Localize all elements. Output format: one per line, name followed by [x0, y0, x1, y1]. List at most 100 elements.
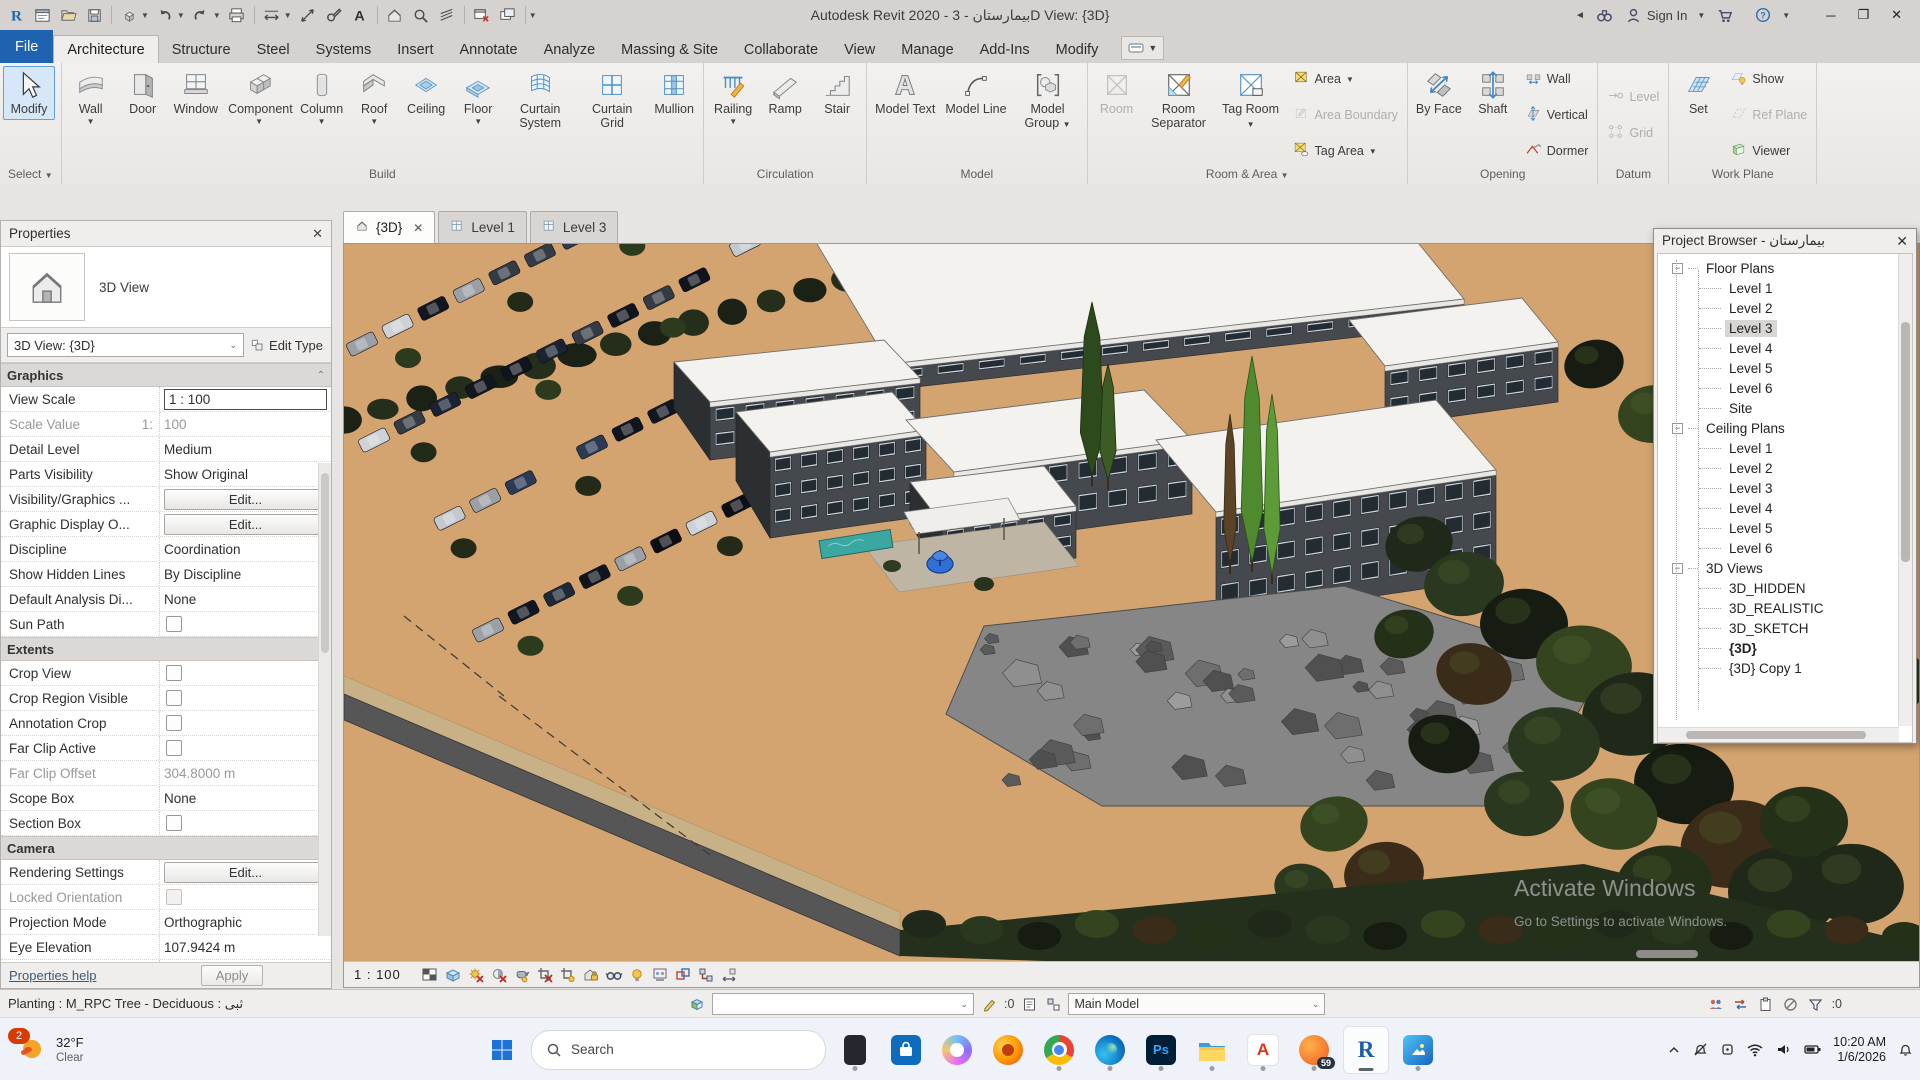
ribbon-tab-add-ins[interactable]: Add-Ins — [967, 36, 1043, 63]
browser-node-level-3[interactable]: Level 3 — [1658, 478, 1898, 498]
scrollbar-thumb[interactable] — [321, 473, 329, 653]
ribbon-tab-structure[interactable]: Structure — [159, 36, 244, 63]
sun-path-off-icon[interactable] — [467, 965, 486, 984]
collapse-icon[interactable]: − — [1672, 563, 1683, 574]
wifi-icon[interactable] — [1746, 1041, 1764, 1059]
area-boundary-button[interactable]: Area Boundary — [1289, 104, 1402, 126]
browser-node-3d-sketch[interactable]: 3D_SKETCH — [1658, 618, 1898, 638]
crop-view-off-icon[interactable] — [536, 965, 555, 984]
restore-button[interactable]: ❐ — [1857, 7, 1869, 23]
reveal-constraints-icon[interactable] — [697, 965, 716, 984]
show-hidden-lines-value[interactable]: By Discipline — [164, 567, 241, 582]
ribbon-tab-file[interactable]: File — [0, 30, 53, 63]
taskbar-app-photos[interactable] — [1396, 1027, 1440, 1073]
discipline-value[interactable]: Coordination — [164, 542, 241, 557]
room-separator-button[interactable]: Room Separator — [1143, 66, 1215, 133]
sun-path-checkbox[interactable] — [166, 616, 182, 632]
show-button[interactable]: Show — [1726, 68, 1811, 90]
visual-style-icon[interactable] — [421, 965, 440, 984]
browser-node-ceiling-plans[interactable]: −Ceiling Plans — [1658, 418, 1898, 438]
sign-in-dropdown-icon[interactable]: ▼ — [1697, 11, 1705, 20]
section-box-checkbox[interactable] — [166, 815, 182, 831]
ribbon-tab-view[interactable]: View — [831, 36, 888, 63]
start-button[interactable] — [480, 1027, 524, 1073]
search-input[interactable]: Search — [531, 1030, 826, 1070]
tag-by-category-icon[interactable] — [322, 3, 346, 27]
wall-button[interactable]: Wall — [1521, 68, 1593, 90]
browser-node-3d-realistic[interactable]: 3D_REALISTIC — [1658, 598, 1898, 618]
taskbar-app-microsoft-store[interactable] — [884, 1027, 928, 1073]
scope-box-value[interactable]: None — [164, 791, 196, 806]
taskbar-app-edge[interactable] — [1088, 1027, 1132, 1073]
notifications-icon[interactable] — [1897, 1041, 1914, 1058]
curtain-system-button[interactable]: Curtain System — [504, 66, 576, 133]
ribbon-display-toggle[interactable]: ▼ — [1121, 36, 1164, 60]
tag-area-button[interactable]: Tag Area▼ — [1289, 140, 1402, 162]
browser-node-level-5[interactable]: Level 5 — [1658, 358, 1898, 378]
revit-logo-icon[interactable]: R — [4, 3, 28, 27]
type-selector-combo[interactable]: 3D View: {3D}⌄ — [7, 333, 244, 357]
dropdown-icon[interactable]: ▼ — [255, 118, 263, 126]
temporary-hide-isolate-icon[interactable] — [605, 965, 624, 984]
view-scale-value[interactable]: 1 : 100 — [164, 389, 327, 410]
volume-icon[interactable] — [1775, 1041, 1792, 1058]
panel-label-room-area[interactable]: Room & Area ▼ — [1088, 167, 1407, 184]
projection-mode-value[interactable]: Orthographic — [164, 915, 242, 930]
properties-scrollbar[interactable] — [318, 463, 331, 936]
apply-button[interactable]: Apply — [201, 965, 263, 986]
by-face-button[interactable]: By Face — [1411, 66, 1467, 120]
parts-visibility-value[interactable]: Show Original — [164, 467, 248, 482]
browser-node-3d-views[interactable]: −3D Views — [1658, 558, 1898, 578]
close-inactive-windows-icon[interactable] — [470, 3, 494, 27]
do-not-disturb-icon[interactable] — [1692, 1041, 1709, 1058]
displacement-sets-icon[interactable] — [674, 965, 693, 984]
workset-combo[interactable]: ⌄ — [712, 993, 974, 1015]
dropdown-icon[interactable]: ▼ — [87, 118, 95, 126]
browser-node-level-1[interactable]: Level 1 — [1658, 278, 1898, 298]
browser-node-floor-plans[interactable]: −Floor Plans — [1658, 258, 1898, 278]
component-button[interactable]: Component▼ — [223, 66, 295, 129]
properties-help-link[interactable]: Properties help — [9, 968, 96, 983]
ribbon-tab-manage[interactable]: Manage — [888, 36, 966, 63]
door-button[interactable]: Door — [117, 66, 169, 120]
sign-in-button[interactable]: Sign In — [1624, 6, 1687, 25]
ribbon-tab-steel[interactable]: Steel — [244, 36, 303, 63]
crop-region-visible-checkbox[interactable] — [166, 690, 182, 706]
default-analysis-di-value[interactable]: None — [164, 592, 196, 607]
wall-button[interactable]: Wall▼ — [65, 66, 117, 129]
level-button[interactable]: Level — [1603, 86, 1663, 108]
ref-plane-button[interactable]: Ref Plane — [1726, 104, 1811, 126]
search-prev-icon[interactable]: ◄ — [1575, 10, 1585, 21]
dropdown-icon[interactable]: ▼ — [318, 118, 326, 126]
sync-with-central-dropdown-icon[interactable]: ▼ — [141, 11, 149, 20]
save-icon[interactable] — [82, 3, 106, 27]
taskbar-app-chrome[interactable] — [1037, 1027, 1081, 1073]
ribbon-tab-architecture[interactable]: Architecture — [53, 35, 158, 63]
aligned-dimension-icon[interactable] — [296, 3, 320, 27]
mullion-button[interactable]: Mullion — [648, 66, 700, 120]
undo-dropdown-icon[interactable]: ▼ — [177, 11, 185, 20]
help-dropdown-icon[interactable]: ▼ — [1782, 11, 1790, 20]
browser-node-3d-hidden[interactable]: 3D_HIDDEN — [1658, 578, 1898, 598]
browser-node-level-2[interactable]: Level 2 — [1658, 298, 1898, 318]
stair-button[interactable]: Stair — [811, 66, 863, 120]
taskbar-app-copilot[interactable] — [935, 1027, 979, 1073]
browser-node-level-6[interactable]: Level 6 — [1658, 538, 1898, 558]
area-button[interactable]: Area▼ — [1289, 68, 1402, 90]
minimize-button[interactable]: ─ — [1826, 8, 1835, 23]
grid-button[interactable]: Grid — [1603, 122, 1663, 144]
detail-level-icon[interactable] — [444, 965, 463, 984]
dropdown-icon[interactable]: ▼ — [729, 118, 737, 126]
ribbon-tab-analyze[interactable]: Analyze — [531, 36, 609, 63]
dormer-button[interactable]: Dormer — [1521, 140, 1593, 162]
window-button[interactable]: Window — [169, 66, 223, 120]
view-tab-level-3[interactable]: Level 3 — [530, 211, 619, 243]
browser-node-level-4[interactable]: Level 4 — [1658, 498, 1898, 518]
worksharing-display-icon[interactable] — [651, 965, 670, 984]
measure-icon[interactable] — [260, 3, 284, 27]
model-group-button[interactable]: Model Group ▼ — [1012, 66, 1084, 133]
close-view-tab-icon[interactable]: ✕ — [413, 221, 423, 235]
transfer-icon[interactable] — [1732, 995, 1750, 1013]
ribbon-tab-insert[interactable]: Insert — [384, 36, 446, 63]
editing-requests-icon[interactable] — [688, 995, 706, 1013]
